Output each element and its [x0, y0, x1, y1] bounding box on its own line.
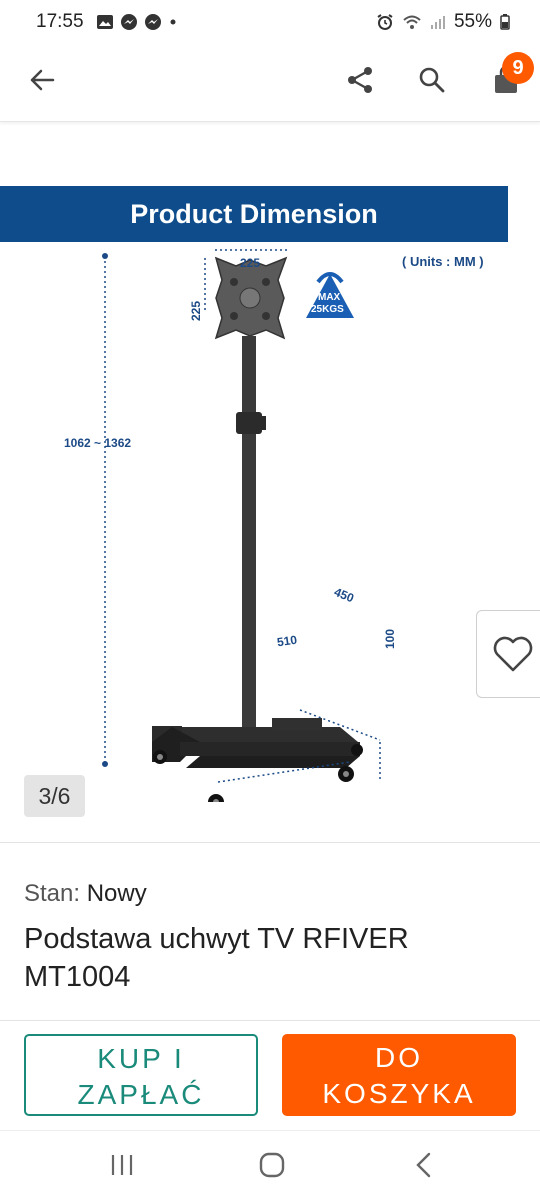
search-button[interactable]: [410, 58, 454, 102]
back-chevron-icon: [416, 1152, 431, 1178]
favorite-button[interactable]: [476, 610, 540, 698]
home-icon: [259, 1152, 285, 1178]
condition-label: Stan:: [24, 880, 81, 907]
buy-now-label-line2: ZAPŁAĆ: [77, 1079, 205, 1110]
share-button[interactable]: [338, 58, 382, 102]
app-header: 9: [0, 44, 540, 122]
tv-stand-drawing: [102, 249, 381, 802]
buy-now-button[interactable]: KUP I ZAPŁAĆ: [24, 1034, 258, 1116]
actions-divider: [0, 1020, 540, 1021]
recents-icon: [111, 1155, 133, 1175]
system-status: 55%: [376, 11, 510, 33]
condition-value: Nowy: [86, 880, 147, 907]
base-width-label: 510: [276, 632, 298, 650]
share-icon: [348, 67, 372, 93]
dimension-banner: Product Dimension: [0, 186, 508, 242]
heart-icon: [493, 636, 532, 672]
buy-now-label-line1: KUP I: [97, 1043, 185, 1074]
add-to-cart-button[interactable]: DO KOSZYKA: [282, 1034, 516, 1116]
messenger-notification-icon: [120, 14, 137, 30]
recents-button[interactable]: [100, 1143, 144, 1187]
mount-width-label: 225: [240, 256, 261, 270]
system-back-button[interactable]: [402, 1143, 446, 1187]
max-load-label-bottom: 25KGS: [311, 304, 344, 315]
condition-row: Stan: Nowy: [24, 880, 147, 908]
status-bar: 17:55 55%: [0, 0, 540, 44]
battery-icon: [500, 14, 510, 30]
mount-height-label: 225: [189, 300, 204, 322]
image-counter: 3/6: [24, 775, 85, 817]
add-to-cart-label-line2: KOSZYKA: [322, 1078, 476, 1109]
system-navigation-bar: [0, 1130, 540, 1200]
max-load-label-top: MAX: [318, 292, 341, 303]
signal-icon: [430, 16, 445, 29]
alarm-icon: [377, 14, 393, 30]
section-divider: [0, 842, 540, 843]
home-button[interactable]: [250, 1143, 294, 1187]
gallery-notification-icon: [96, 15, 113, 29]
height-range-label: 1062 ~ 1362: [64, 436, 132, 450]
add-to-cart-label-line1: DO: [375, 1042, 423, 1073]
cart-count-badge: 9: [502, 52, 534, 84]
more-notifications-dot-icon: [170, 19, 176, 25]
status-time: 17:55: [36, 11, 84, 32]
search-icon: [419, 67, 445, 93]
messenger-notification-icon-2: [144, 14, 161, 30]
product-image-gallery[interactable]: Product Dimension ( Units : MM ) 225 225…: [0, 124, 540, 840]
wifi-icon: [403, 15, 421, 29]
notification-icons: [96, 13, 178, 31]
arrow-left-icon: [30, 69, 55, 91]
base-height-label: 100: [383, 628, 398, 650]
product-title: Podstawa uchwyt TV RFIVER MT1004: [24, 923, 409, 993]
back-button[interactable]: [20, 58, 64, 102]
battery-percent: 55%: [453, 11, 492, 32]
